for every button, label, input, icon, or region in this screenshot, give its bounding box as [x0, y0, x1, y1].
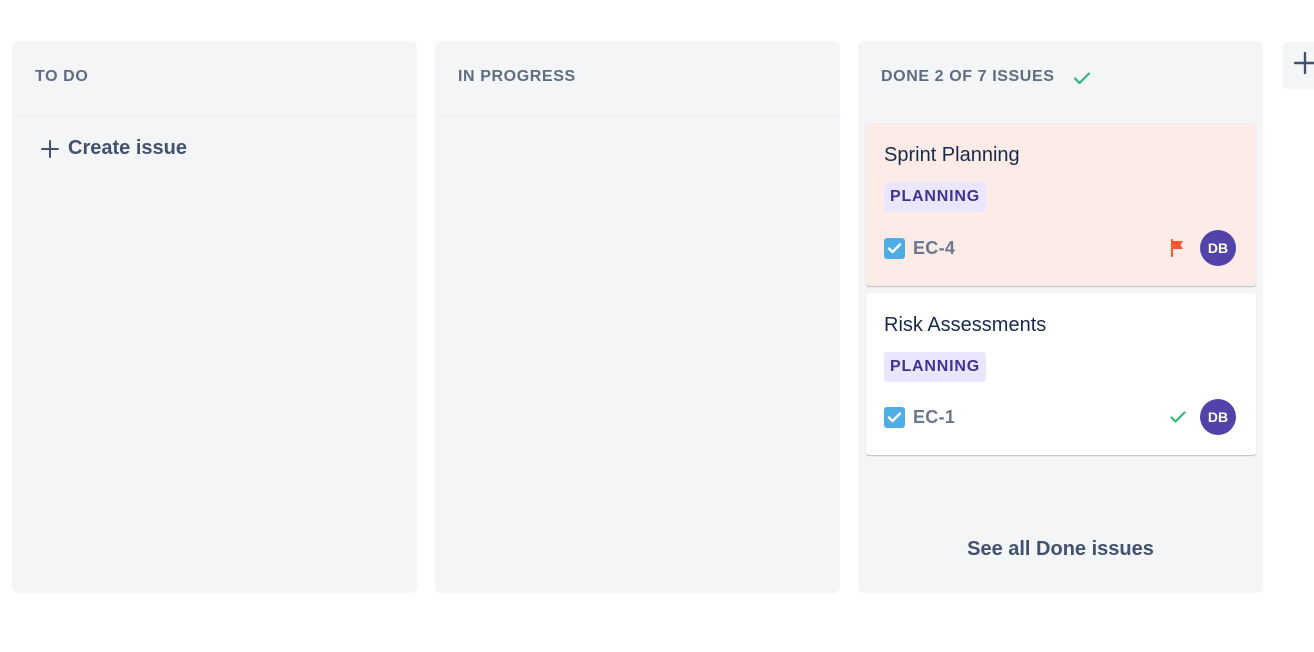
card-footer: EC-4 DB — [884, 230, 1236, 266]
epic-label[interactable]: PLANNING — [884, 352, 986, 382]
check-icon — [1073, 71, 1091, 90]
column-in-progress: IN PROGRESS — [435, 41, 840, 593]
task-icon — [884, 237, 905, 259]
column-header-todo[interactable]: TO DO — [12, 41, 417, 115]
issue-key[interactable]: EC-1 — [913, 407, 955, 428]
issue-card[interactable]: Risk Assessments PLANNING EC-1 DB — [866, 293, 1256, 455]
flag-icon — [1170, 239, 1186, 257]
issue-title: Sprint Planning — [884, 144, 1020, 166]
column-done: DONE 2 OF 7 ISSUES Sprint Planning PLANN… — [858, 41, 1263, 593]
column-title: IN PROGRESS — [458, 68, 576, 85]
issue-key[interactable]: EC-4 — [913, 238, 955, 259]
create-issue-button[interactable]: Create issue — [40, 137, 187, 160]
column-title: DONE 2 OF 7 ISSUES — [881, 68, 1055, 85]
epic-label[interactable]: PLANNING — [884, 182, 986, 212]
column-title: TO DO — [35, 68, 89, 85]
column-todo: TO DO Create issue — [12, 41, 417, 593]
card-footer: EC-1 DB — [884, 399, 1236, 435]
avatar[interactable]: DB — [1200, 399, 1236, 435]
plus-icon — [40, 139, 60, 159]
add-column-button[interactable] — [1283, 42, 1314, 89]
kanban-board: TO DO Create issue IN PROGRESS DONE 2 OF… — [0, 0, 1314, 652]
column-header-in-progress[interactable]: IN PROGRESS — [435, 41, 840, 115]
column-header-done[interactable]: DONE 2 OF 7 ISSUES — [858, 41, 1263, 115]
issue-card[interactable]: Sprint Planning PLANNING EC-4 DB — [866, 123, 1256, 286]
task-icon — [884, 406, 905, 428]
avatar[interactable]: DB — [1200, 230, 1236, 266]
check-icon — [1170, 410, 1186, 424]
issue-title: Risk Assessments — [884, 314, 1047, 336]
header-divider — [435, 115, 840, 117]
create-issue-label: Create issue — [68, 137, 187, 159]
plus-icon — [1293, 51, 1314, 80]
header-divider — [12, 115, 417, 117]
see-all-done-issues-link[interactable]: See all Done issues — [858, 538, 1263, 561]
